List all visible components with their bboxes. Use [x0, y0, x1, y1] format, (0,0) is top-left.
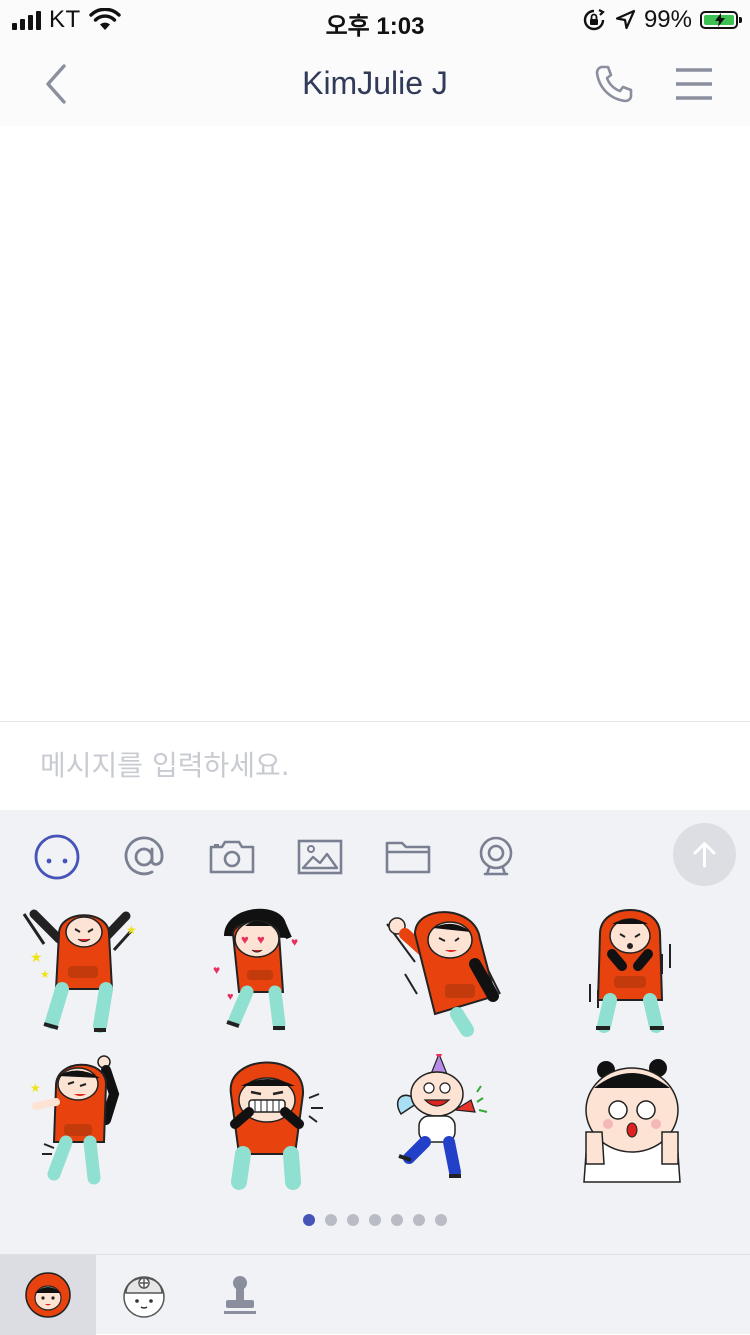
bun-hair-thumbs-up-icon	[583, 1059, 681, 1183]
folder-button[interactable]	[383, 832, 433, 882]
status-bar: KT 오후 1:03 99%	[0, 0, 750, 40]
arrow-up-icon	[693, 842, 716, 868]
message-list[interactable]	[0, 126, 750, 721]
tab-stamp-pack[interactable]	[192, 1255, 288, 1335]
svg-text:♥: ♥	[241, 932, 249, 947]
charging-bolt-icon	[715, 13, 725, 27]
svg-text:★: ★	[126, 923, 137, 937]
chat-header: KimJulie J	[0, 40, 750, 126]
tab-hoodie-girl-pack[interactable]	[0, 1255, 96, 1335]
sticker-hoodie-girl-shocked[interactable]	[570, 904, 720, 1044]
mention-button[interactable]	[119, 832, 169, 882]
tab-helmet-character-pack[interactable]	[96, 1255, 192, 1335]
orientation-lock-icon	[583, 9, 605, 31]
sticker-pack-tabs	[0, 1254, 750, 1335]
sticker-hoodie-girl-cheering[interactable]: ★ ★ ★	[14, 904, 164, 1044]
camera-button[interactable]	[207, 832, 257, 882]
mention-icon	[124, 836, 164, 876]
sticker-panel: ★ ★ ★ ♥ ♥ ♥ ♥ ♥ ★	[0, 810, 750, 1254]
page-dot[interactable]	[391, 1214, 403, 1226]
svg-text:★: ★	[40, 969, 50, 981]
cupid-boy-party-horn-icon	[396, 1051, 488, 1178]
hoodie-girl-pointing-icon: ★	[30, 1055, 120, 1185]
page-dot[interactable]	[347, 1214, 359, 1226]
hoodie-girl-heart-eyes-icon: ♥ ♥ ♥ ♥ ♥	[213, 908, 298, 1031]
page-dot[interactable]	[325, 1214, 337, 1226]
sticker-grid: ★ ★ ★ ♥ ♥ ♥ ♥ ♥ ★	[0, 900, 750, 1200]
page-dot[interactable]	[369, 1214, 381, 1226]
composer	[0, 721, 750, 810]
emoji-button[interactable]	[32, 832, 82, 882]
svg-text:♥: ♥	[213, 963, 220, 977]
page-dot[interactable]	[303, 1214, 315, 1226]
status-right: 99%	[582, 6, 742, 34]
page-dot[interactable]	[435, 1214, 447, 1226]
sticker-hoodie-girl-grinning[interactable]	[205, 1054, 355, 1194]
sticker-cupid-boy-party-horn[interactable]	[385, 1051, 535, 1194]
svg-text:★: ★	[30, 1081, 41, 1095]
menu-button[interactable]	[672, 62, 716, 106]
hoodie-girl-waving-icon	[386, 911, 501, 1037]
hoodie-girl-grinning-icon	[229, 1061, 323, 1190]
stamp-pack-icon	[224, 1276, 256, 1314]
hoodie-girl-cheering-icon: ★ ★ ★	[22, 909, 137, 1033]
send-button[interactable]	[673, 823, 736, 886]
gallery-icon	[297, 839, 343, 875]
hamburger-menu-icon	[676, 68, 712, 100]
sticker-bun-hair-thumbs-up[interactable]	[572, 1054, 722, 1194]
hoodie-girl-shocked-icon	[589, 909, 671, 1033]
phone-icon	[595, 65, 633, 103]
chat-title[interactable]: KimJulie J	[0, 65, 750, 102]
helmet-character-pack-icon	[123, 1276, 165, 1318]
sticker-page-indicator[interactable]	[0, 1214, 750, 1228]
svg-text:♥: ♥	[291, 935, 298, 949]
gallery-button[interactable]	[295, 832, 345, 882]
location-arrow-icon	[615, 9, 636, 30]
svg-text:♥: ♥	[227, 991, 234, 1003]
folder-icon	[385, 841, 431, 874]
svg-text:★: ★	[30, 949, 43, 965]
battery-percent: 99%	[643, 6, 692, 33]
sticker-hoodie-girl-heart-eyes[interactable]: ♥ ♥ ♥ ♥ ♥	[205, 904, 355, 1044]
sticker-hoodie-girl-waving[interactable]	[375, 904, 525, 1044]
camera-icon	[209, 840, 255, 874]
page-dot[interactable]	[413, 1214, 425, 1226]
message-input[interactable]	[40, 742, 640, 788]
sticker-hoodie-girl-pointing[interactable]: ★	[14, 1054, 164, 1194]
webcam-icon	[479, 836, 513, 876]
call-button[interactable]	[592, 62, 636, 106]
hoodie-girl-pack-icon	[25, 1272, 71, 1318]
battery-icon	[700, 11, 742, 29]
webcam-button[interactable]	[471, 832, 521, 882]
emoji-icon	[34, 834, 80, 880]
svg-text:♥: ♥	[257, 932, 265, 947]
